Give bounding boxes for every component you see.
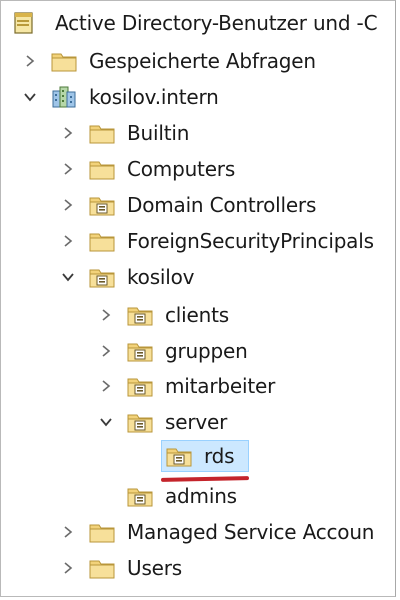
tree-item-builtin[interactable]: Builtin bbox=[61, 117, 189, 149]
chevron-right-icon[interactable] bbox=[61, 162, 75, 176]
folder-icon bbox=[89, 556, 115, 580]
tree-item-foreign-security-principals[interactable]: ForeignSecurityPrincipals bbox=[61, 225, 374, 257]
tree-item-domain-controllers[interactable]: Domain Controllers bbox=[61, 189, 316, 221]
ad-tree-panel: Active Directory-Benutzer und -C Gespeic… bbox=[0, 0, 396, 597]
tree-item-label: kosilov bbox=[127, 265, 195, 289]
tree-item-label: mitarbeiter bbox=[165, 374, 276, 398]
chevron-down-icon[interactable] bbox=[23, 90, 37, 104]
tree-item-admins[interactable]: admins bbox=[127, 480, 237, 512]
tree-item-domain[interactable]: kosilov.intern bbox=[23, 81, 219, 113]
tree-item-clients[interactable]: clients bbox=[99, 299, 229, 331]
tree-root-label: Active Directory-Benutzer und -C bbox=[55, 11, 378, 35]
ou-folder-icon bbox=[166, 444, 192, 468]
tree-item-label: Users bbox=[127, 556, 183, 580]
tree-item-gruppen[interactable]: gruppen bbox=[99, 335, 248, 367]
ou-folder-icon bbox=[127, 339, 153, 363]
chevron-right-icon[interactable] bbox=[61, 234, 75, 248]
ou-folder-icon bbox=[127, 374, 153, 398]
ou-folder-icon bbox=[127, 484, 153, 508]
tree-item-mitarbeiter[interactable]: mitarbeiter bbox=[99, 370, 275, 402]
tree-item-label: admins bbox=[165, 484, 237, 508]
chevron-right-icon[interactable] bbox=[61, 126, 75, 140]
ad-console-icon bbox=[13, 11, 35, 35]
chevron-right-icon[interactable] bbox=[99, 344, 113, 358]
navigation-tree: Active Directory-Benutzer und -C Gespeic… bbox=[1, 1, 395, 596]
ou-folder-icon bbox=[89, 265, 115, 289]
tree-item-label: ForeignSecurityPrincipals bbox=[127, 229, 374, 253]
tree-item-label: gruppen bbox=[165, 339, 248, 363]
domain-icon bbox=[51, 85, 77, 109]
folder-icon bbox=[89, 121, 115, 145]
tree-item-kosilov[interactable]: kosilov bbox=[61, 261, 195, 293]
ou-folder-icon bbox=[89, 193, 115, 217]
chevron-down-icon[interactable] bbox=[99, 415, 113, 429]
tree-item-saved-queries[interactable]: Gespeicherte Abfragen bbox=[23, 45, 316, 77]
tree-item-computers[interactable]: Computers bbox=[61, 153, 235, 185]
chevron-right-icon[interactable] bbox=[23, 54, 37, 68]
tree-item-rds[interactable]: rds bbox=[161, 440, 249, 472]
tree-item-label: server bbox=[165, 410, 228, 434]
tree-item-label: kosilov.intern bbox=[89, 85, 219, 109]
chevron-right-icon[interactable] bbox=[61, 198, 75, 212]
folder-icon bbox=[89, 229, 115, 253]
tree-item-users[interactable]: Users bbox=[61, 552, 182, 584]
chevron-right-icon[interactable] bbox=[99, 379, 113, 393]
folder-icon bbox=[51, 49, 77, 73]
chevron-down-icon[interactable] bbox=[61, 270, 75, 284]
folder-icon bbox=[89, 157, 115, 181]
tree-item-label: rds bbox=[204, 444, 235, 468]
chevron-right-icon[interactable] bbox=[61, 561, 75, 575]
tree-item-label: Domain Controllers bbox=[127, 193, 317, 217]
tree-item-server[interactable]: server bbox=[99, 406, 227, 438]
chevron-right-icon[interactable] bbox=[99, 308, 113, 322]
tree-item-label: Managed Service Accoun bbox=[127, 520, 375, 544]
tree-item-label: Computers bbox=[127, 157, 236, 181]
folder-icon bbox=[89, 520, 115, 544]
tree-item-label: Builtin bbox=[127, 121, 190, 145]
ou-folder-icon bbox=[127, 303, 153, 327]
tree-root[interactable]: Active Directory-Benutzer und -C bbox=[13, 7, 378, 39]
chevron-right-icon[interactable] bbox=[61, 525, 75, 539]
ou-folder-icon bbox=[127, 410, 153, 434]
tree-item-label: Gespeicherte Abfragen bbox=[89, 49, 316, 73]
tree-item-managed-service-accounts[interactable]: Managed Service Accoun bbox=[61, 516, 374, 548]
tree-item-label: clients bbox=[165, 303, 229, 327]
